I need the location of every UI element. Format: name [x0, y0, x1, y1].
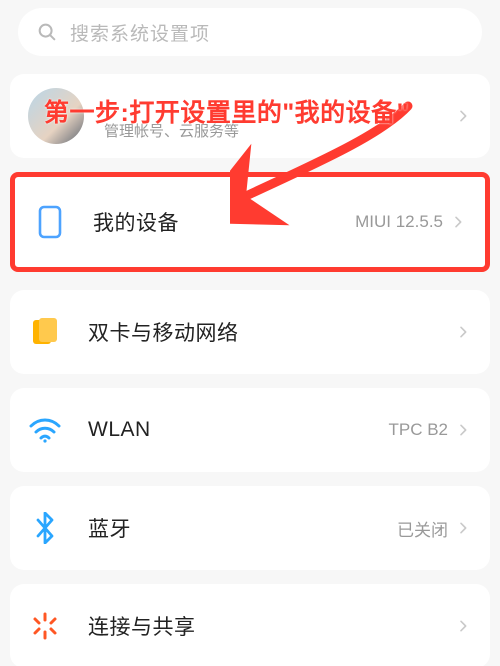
sim-icon	[28, 315, 62, 349]
search-bar[interactable]: 搜索系统设置项	[18, 8, 482, 56]
my-device-value: MIUI 12.5.5	[355, 212, 443, 232]
list-item-label: 连接与共享	[88, 611, 448, 641]
search-icon	[36, 21, 58, 43]
list-item-label: 双卡与移动网络	[88, 317, 448, 347]
my-device-label: 我的设备	[93, 207, 355, 237]
chevron-right-icon	[454, 323, 472, 341]
share-icon	[28, 609, 62, 643]
phone-icon	[33, 205, 67, 239]
bluetooth-icon	[28, 511, 62, 545]
list-item-value: 已关闭	[397, 516, 448, 541]
wifi-icon	[28, 413, 62, 447]
chevron-right-icon	[454, 421, 472, 439]
search-placeholder: 搜索系统设置项	[70, 19, 210, 46]
chevron-right-icon	[454, 617, 472, 635]
list-item-label: 蓝牙	[88, 513, 397, 543]
bluetooth-row[interactable]: 蓝牙 已关闭	[10, 486, 490, 570]
avatar	[28, 88, 84, 144]
sim-network-row[interactable]: 双卡与移动网络	[10, 290, 490, 374]
list-item-value: TPC B2	[388, 420, 448, 440]
account-row[interactable]: . 管理帐号、云服务等	[10, 74, 490, 158]
chevron-right-icon	[454, 107, 472, 125]
connect-share-row[interactable]: 连接与共享	[10, 584, 490, 666]
chevron-right-icon	[449, 213, 467, 231]
chevron-right-icon	[454, 519, 472, 537]
my-device-row[interactable]: 我的设备 MIUI 12.5.5	[10, 172, 490, 272]
account-subtitle: 管理帐号、云服务等	[104, 120, 454, 141]
wlan-row[interactable]: WLAN TPC B2	[10, 388, 490, 472]
list-item-label: WLAN	[88, 418, 388, 442]
